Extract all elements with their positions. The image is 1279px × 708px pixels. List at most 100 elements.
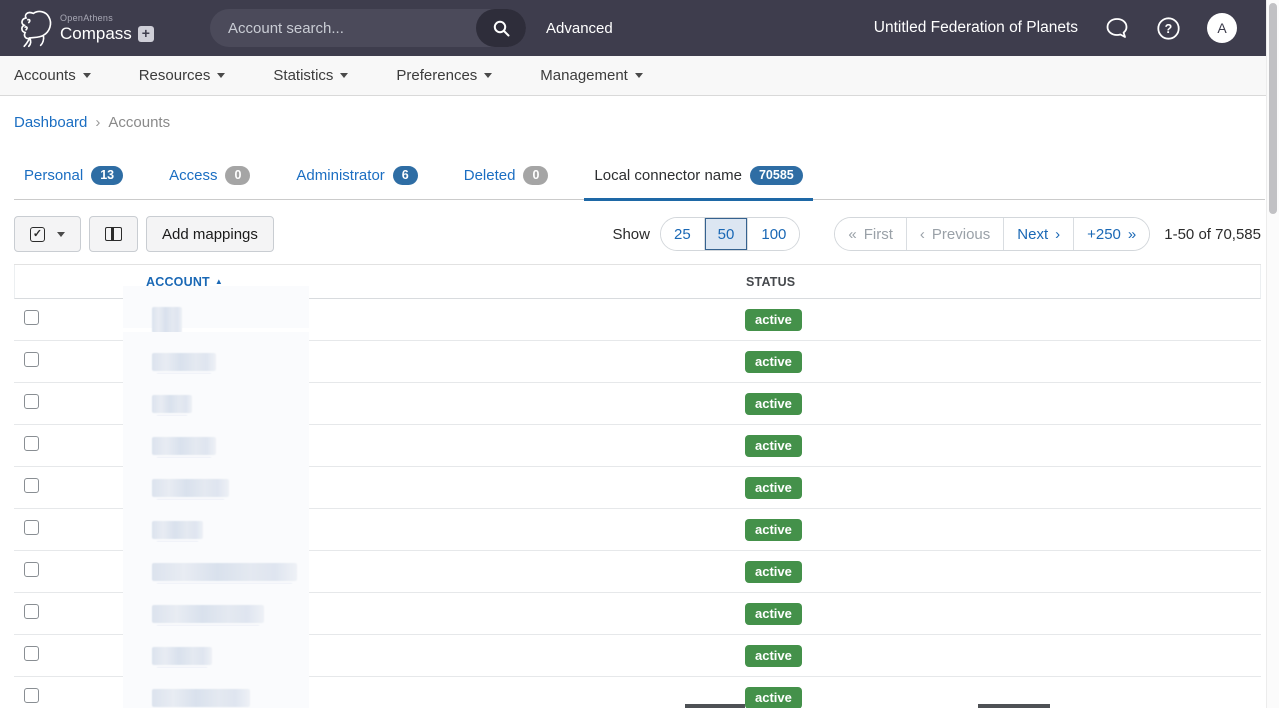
redacted-account-name xyxy=(152,605,264,623)
status-badge: active xyxy=(745,645,802,667)
redacted-account-name xyxy=(152,307,182,333)
table-row: active xyxy=(14,677,1261,708)
account-search xyxy=(210,9,526,47)
next-page-button[interactable]: Next › xyxy=(1003,218,1073,250)
search-icon xyxy=(492,19,511,38)
status-badge: active xyxy=(745,561,802,583)
row-checkbox[interactable] xyxy=(24,604,39,619)
show-label: Show xyxy=(612,226,650,243)
chat-button[interactable] xyxy=(1104,16,1130,40)
account-tabs: Personal 13 Access 0 Administrator 6 Del… xyxy=(14,166,1265,200)
jump-250-button[interactable]: +250 » xyxy=(1073,218,1149,250)
chevron-down-icon xyxy=(83,73,91,78)
pagination-group: « First ‹ Previous Next › +250 » xyxy=(834,217,1150,251)
redacted-region xyxy=(123,286,309,328)
previous-page-button[interactable]: ‹ Previous xyxy=(906,218,1003,250)
row-checkbox[interactable] xyxy=(24,646,39,661)
tab-label: Local connector name xyxy=(594,167,742,184)
redacted-region xyxy=(123,626,309,668)
account-search-input[interactable] xyxy=(210,9,476,47)
page-scrollbar xyxy=(1266,0,1279,708)
tab-local-connector-name[interactable]: Local connector name 70585 xyxy=(584,166,812,199)
nav-item-management[interactable]: Management xyxy=(540,67,643,84)
chat-bubble-icon xyxy=(1104,16,1130,40)
count-badge: 13 xyxy=(91,166,123,185)
status-badge: active xyxy=(745,351,802,373)
row-checkbox[interactable] xyxy=(24,436,39,451)
chevron-right-icon: › xyxy=(1055,226,1060,243)
row-checkbox[interactable] xyxy=(24,310,39,325)
status-badge: active xyxy=(745,603,802,625)
redacted-account-name xyxy=(152,353,216,371)
topbar-right-group: Untitled Federation of Planets ? A xyxy=(874,0,1237,56)
redacted-account-name xyxy=(152,563,297,581)
row-checkbox[interactable] xyxy=(24,520,39,535)
row-checkbox[interactable] xyxy=(24,352,39,367)
count-badge: 6 xyxy=(393,166,418,185)
select-all-dropdown-button[interactable]: ✓ xyxy=(14,216,81,252)
tab-administrator[interactable]: Administrator 6 xyxy=(286,166,427,199)
nav-item-accounts[interactable]: Accounts xyxy=(14,67,91,84)
row-checkbox[interactable] xyxy=(24,478,39,493)
page-size-group: 25 50 100 xyxy=(660,217,800,251)
nav-item-resources[interactable]: Resources xyxy=(139,67,226,84)
tab-label: Access xyxy=(169,167,217,184)
brand-logo[interactable]: OpenAthens Compass + xyxy=(16,7,154,49)
tab-personal[interactable]: Personal 13 xyxy=(14,166,133,199)
nav-item-preferences[interactable]: Preferences xyxy=(396,67,492,84)
nav-item-label: Accounts xyxy=(14,67,76,84)
page-size-25-button[interactable]: 25 xyxy=(661,218,704,250)
pager-label: Next xyxy=(1017,226,1048,243)
chevron-right-icon: › xyxy=(95,114,100,131)
redacted-region xyxy=(123,416,309,458)
brand-small-label: OpenAthens xyxy=(60,13,154,23)
search-button[interactable] xyxy=(476,9,526,47)
row-checkbox[interactable] xyxy=(24,688,39,703)
redacted-account-name xyxy=(152,479,229,497)
scrollbar-thumb[interactable] xyxy=(1269,3,1277,214)
chevron-down-icon xyxy=(484,73,492,78)
pager-label: Previous xyxy=(932,226,990,243)
organisation-name: Untitled Federation of Planets xyxy=(874,19,1078,37)
status-badge: active xyxy=(745,435,802,457)
redacted-account-name xyxy=(152,521,203,539)
count-badge: 0 xyxy=(225,166,250,185)
user-avatar[interactable]: A xyxy=(1207,13,1237,43)
tab-label: Personal xyxy=(24,167,83,184)
help-icon: ? xyxy=(1156,16,1181,41)
status-badge: active xyxy=(745,309,802,331)
chevron-down-icon xyxy=(57,232,65,237)
brand-text: OpenAthens Compass + xyxy=(60,13,154,44)
row-checkbox[interactable] xyxy=(24,394,39,409)
columns-icon xyxy=(105,227,122,241)
redacted-account-name xyxy=(152,689,250,707)
advanced-search-link[interactable]: Advanced xyxy=(546,0,613,56)
accounts-page: OpenAthens Compass + Advanced Untitled F… xyxy=(0,0,1279,708)
breadcrumb-dashboard-link[interactable]: Dashboard xyxy=(14,114,87,131)
top-bar: OpenAthens Compass + Advanced Untitled F… xyxy=(0,0,1279,56)
row-checkbox[interactable] xyxy=(24,562,39,577)
count-badge: 0 xyxy=(523,166,548,185)
cutoff-text-fragment xyxy=(978,704,1050,708)
add-mappings-button[interactable]: Add mappings xyxy=(146,216,274,252)
primary-nav: Accounts Resources Statistics Preference… xyxy=(0,56,1279,96)
pager-label: +250 xyxy=(1087,226,1121,243)
tab-deleted[interactable]: Deleted 0 xyxy=(454,166,559,199)
redacted-region xyxy=(123,332,309,374)
nav-item-label: Management xyxy=(540,67,628,84)
page-size-100-button[interactable]: 100 xyxy=(747,218,799,250)
breadcrumb-current: Accounts xyxy=(108,114,170,131)
help-button[interactable]: ? xyxy=(1156,16,1181,41)
chevron-down-icon xyxy=(217,73,225,78)
redacted-region xyxy=(123,500,309,542)
redacted-account-name xyxy=(152,395,192,413)
status-badge: active xyxy=(745,687,802,708)
columns-button[interactable] xyxy=(89,216,138,252)
first-page-button[interactable]: « First xyxy=(835,218,906,250)
page-size-50-button[interactable]: 50 xyxy=(704,218,748,250)
nav-item-statistics[interactable]: Statistics xyxy=(273,67,348,84)
pager-label: First xyxy=(864,226,893,243)
status-column-header[interactable]: STATUS xyxy=(746,275,795,289)
accounts-table: ACCOUNT ▲ STATUS active active act xyxy=(14,264,1261,708)
tab-access[interactable]: Access 0 xyxy=(159,166,260,199)
